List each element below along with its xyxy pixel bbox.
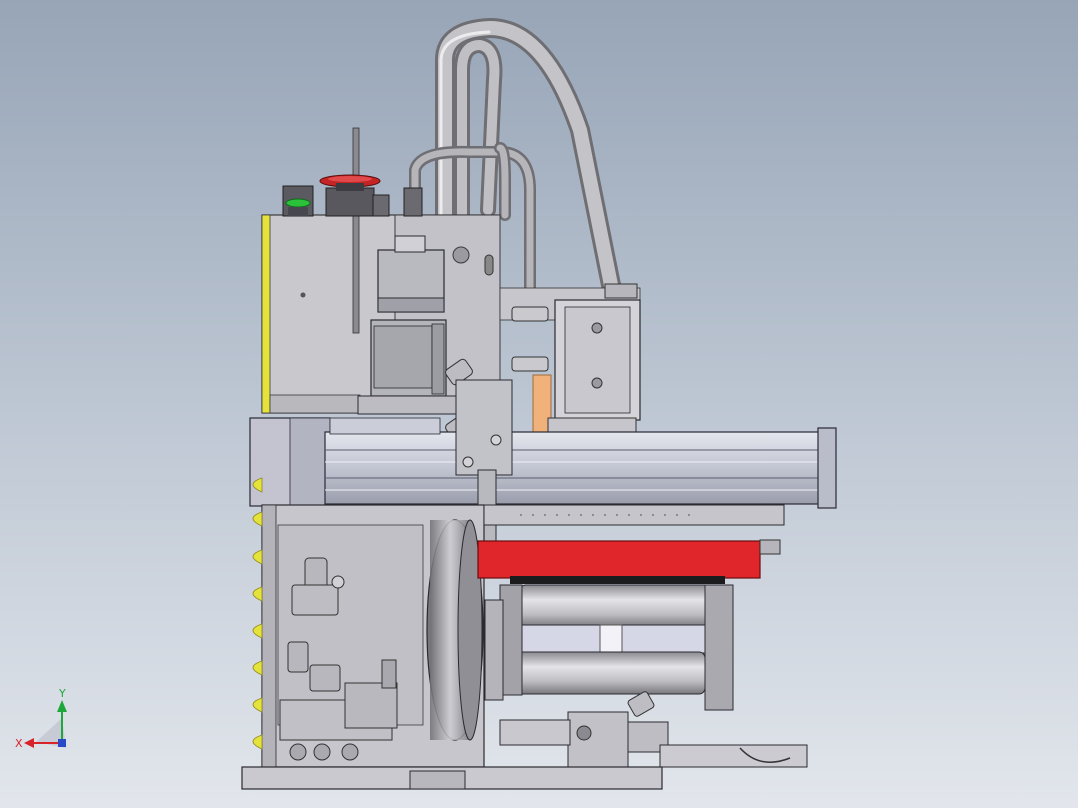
yellow-side-tabs bbox=[252, 477, 263, 750]
vertical-rod bbox=[352, 127, 360, 334]
belt bbox=[510, 576, 725, 584]
linear-rail bbox=[249, 417, 837, 509]
red-emergency-button bbox=[319, 174, 381, 217]
cad-viewport[interactable]: Y X bbox=[0, 0, 1078, 808]
y-axis-label: Y bbox=[58, 687, 66, 700]
coordinate-triad: Y X bbox=[15, 687, 67, 750]
feed-rollers bbox=[484, 584, 734, 711]
top-fitting bbox=[372, 187, 423, 217]
green-indicator-light bbox=[282, 185, 314, 217]
bottom-assembly bbox=[499, 691, 808, 768]
highlighted-clamp-bar bbox=[477, 540, 761, 579]
x-axis-label: X bbox=[15, 737, 23, 750]
pneumatic-cylinder bbox=[499, 283, 641, 434]
side-panel-yellow bbox=[261, 214, 271, 414]
cad-drawing: Y X bbox=[15, 17, 837, 790]
feed-drum bbox=[426, 519, 484, 741]
